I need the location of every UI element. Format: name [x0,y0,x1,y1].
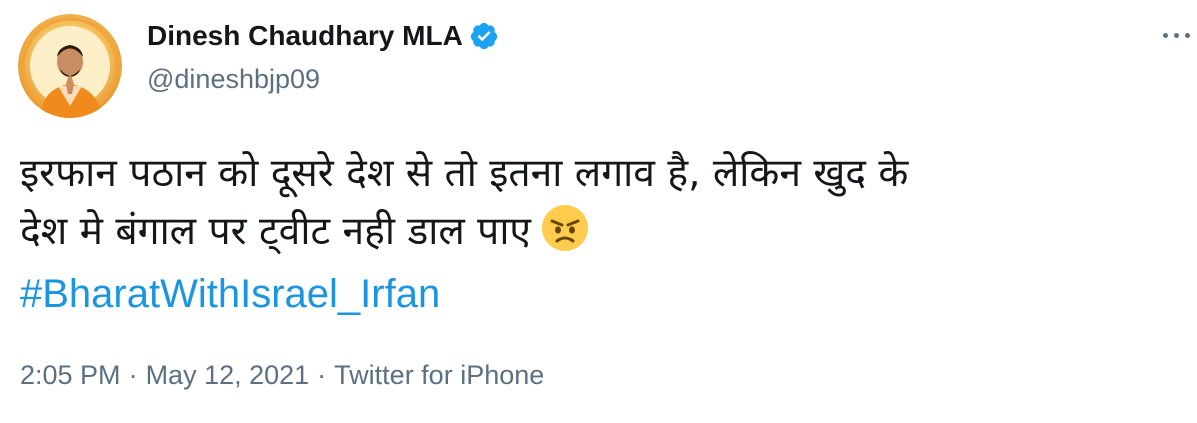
hashtag-link[interactable]: #BharatWithIsrael_Irfan [20,268,440,320]
meta-separator-2: · [317,360,327,390]
tweet-date[interactable]: May 12, 2021 [146,360,310,390]
avatar[interactable] [18,14,122,118]
author-name-text[interactable]: Dinesh Chaudhary MLA [147,18,463,54]
angry-face-emoji-icon [541,204,589,252]
verified-badge-icon [469,21,499,51]
tweet-card: Dinesh Chaudhary MLA @dineshbjp09 इरफान … [0,0,1197,423]
author-handle[interactable]: @dineshbjp09 [147,62,320,96]
tweet-text: इरफान पठान को दूसरे देश से तो इतना लगाव … [20,145,1190,261]
tweet-time[interactable]: 2:05 PM [20,360,121,390]
tweet-text-line-2: देश मे बंगाल पर ट्वीट नही डाल पाए [20,209,531,254]
more-options-icon[interactable] [1163,30,1191,40]
tweet-meta: 2:05 PM · May 12, 2021 · Twitter for iPhone [20,357,544,393]
author-display-name[interactable]: Dinesh Chaudhary MLA [147,18,499,54]
tweet-text-line-1: इरफान पठान को दूसरे देश से तो इतना लगाव … [20,151,909,196]
tweet-source[interactable]: Twitter for iPhone [334,360,544,390]
avatar-image [18,14,122,118]
meta-separator: · [128,360,138,390]
tweet-text-line-2-wrap: देश मे बंगाल पर ट्वीट नही डाल पाए [20,203,1190,261]
